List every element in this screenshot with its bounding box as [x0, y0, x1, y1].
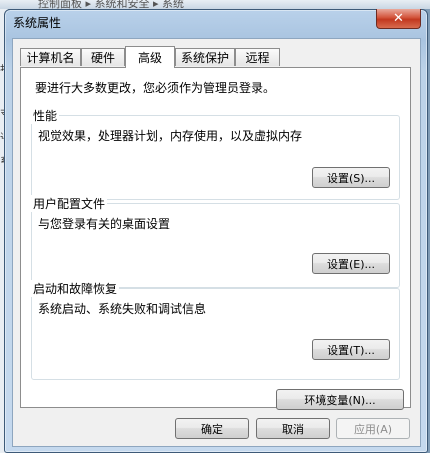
tab-computer-name[interactable]: 计算机名	[20, 48, 81, 66]
tab-label: 高级	[137, 51, 162, 65]
performance-settings-button[interactable]: 设置(S)...	[312, 167, 390, 188]
group-description: 与您登录有关的桌面设置	[38, 217, 171, 231]
ok-button[interactable]: 确定	[175, 418, 249, 439]
user-profiles-group: 用户配置文件 与您登录有关的桌面设置 设置(E)...	[31, 195, 400, 288]
breadcrumb: 控制面板 ▸ 系统和安全 ▸ 系统	[38, 0, 185, 9]
system-properties-window: 系统属性 ✕ 计算机名 硬件 高级 系统保护 远程 要进行大多数更改，您必须作为…	[4, 9, 428, 453]
tab-label: 远程	[245, 51, 270, 65]
group-title: 用户配置文件	[31, 195, 108, 212]
group-description: 系统启动、系统失败和调试信息	[38, 302, 207, 316]
dialog-client-area: 计算机名 硬件 高级 系统保护 远程 要进行大多数更改，您必须作为管理员登录。 …	[12, 38, 421, 447]
cancel-button[interactable]: 取消	[256, 418, 330, 439]
tab-label: 硬件	[90, 51, 115, 65]
startup-recovery-settings-button[interactable]: 设置(T)...	[312, 339, 390, 360]
window-title: 系统属性	[13, 16, 62, 30]
tab-label: 计算机名	[26, 51, 75, 65]
tab-label: 系统保护	[180, 51, 229, 65]
group-title: 性能	[31, 107, 60, 124]
title-bar[interactable]: 系统属性 ✕	[5, 9, 427, 32]
admin-notice: 要进行大多数更改，您必须作为管理员登录。	[35, 81, 276, 95]
apply-button[interactable]: 应用(A)	[336, 418, 410, 439]
environment-variables-button[interactable]: 环境变量(N)...	[276, 389, 404, 410]
tab-advanced[interactable]: 高级	[125, 46, 175, 68]
startup-recovery-group: 启动和故障恢复 系统启动、系统失败和调试信息 设置(T)...	[31, 280, 400, 380]
tab-hardware[interactable]: 硬件	[81, 48, 125, 66]
tab-remote[interactable]: 远程	[235, 48, 280, 66]
close-button[interactable]: ✕	[376, 9, 421, 29]
performance-group: 性能 视觉效果，处理器计划，内存使用，以及虚拟内存 设置(S)...	[31, 107, 400, 200]
group-title: 启动和故障恢复	[31, 280, 120, 297]
advanced-tab-panel: 要进行大多数更改，您必须作为管理员登录。 性能 视觉效果，处理器计划，内存使用，…	[20, 67, 411, 410]
group-description: 视觉效果，处理器计划，内存使用，以及虚拟内存	[38, 129, 303, 143]
tab-system-protection[interactable]: 系统保护	[175, 48, 235, 66]
explorer-address-bar: 控制面板 ▸ 系统和安全 ▸ 系统	[0, 0, 430, 9]
user-profiles-settings-button[interactable]: 设置(E)...	[312, 253, 390, 274]
close-icon: ✕	[393, 11, 404, 26]
